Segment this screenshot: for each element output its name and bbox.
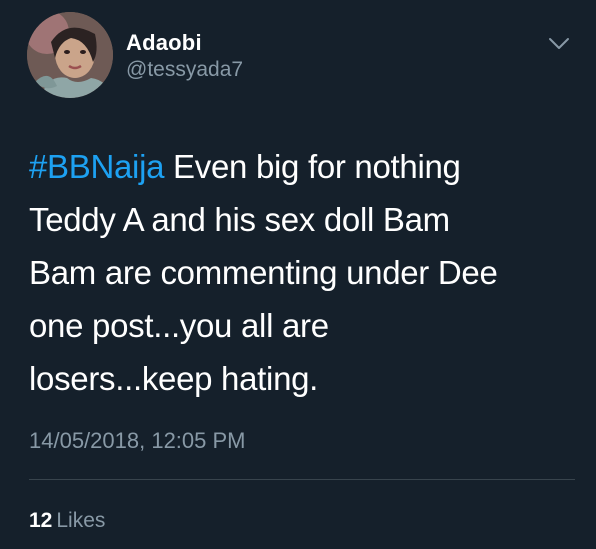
tweet-card: Adaobi @tessyada7 #BBNaija Even big for … bbox=[0, 0, 596, 549]
tweet-menu-button[interactable] bbox=[548, 36, 570, 52]
tweet-timestamp[interactable]: 14/05/2018, 12:05 PM bbox=[29, 428, 246, 454]
likes-count: 12 bbox=[29, 509, 53, 532]
chevron-down-icon bbox=[549, 38, 569, 49]
tweet-text-line1: Even big for nothing bbox=[164, 148, 461, 185]
tweet-text: #BBNaija Even big for nothing Teddy A an… bbox=[29, 140, 574, 405]
divider bbox=[29, 479, 575, 480]
user-handle[interactable]: @tessyada7 bbox=[126, 58, 243, 82]
avatar[interactable] bbox=[27, 12, 113, 98]
tweet-text-line2: Teddy A and his sex doll Bam bbox=[29, 201, 450, 238]
hashtag-link[interactable]: #BBNaija bbox=[29, 148, 164, 185]
tweet-text-line5: losers...keep hating. bbox=[29, 360, 319, 397]
tweet-text-line3: Bam are commenting under Dee bbox=[29, 254, 498, 291]
likes-label: Likes bbox=[56, 509, 106, 532]
display-name[interactable]: Adaobi bbox=[126, 30, 202, 56]
profile-photo-icon bbox=[27, 12, 113, 98]
likes-stat[interactable]: 12 Likes bbox=[29, 509, 105, 533]
tweet-text-line4: one post...you all are bbox=[29, 307, 329, 344]
